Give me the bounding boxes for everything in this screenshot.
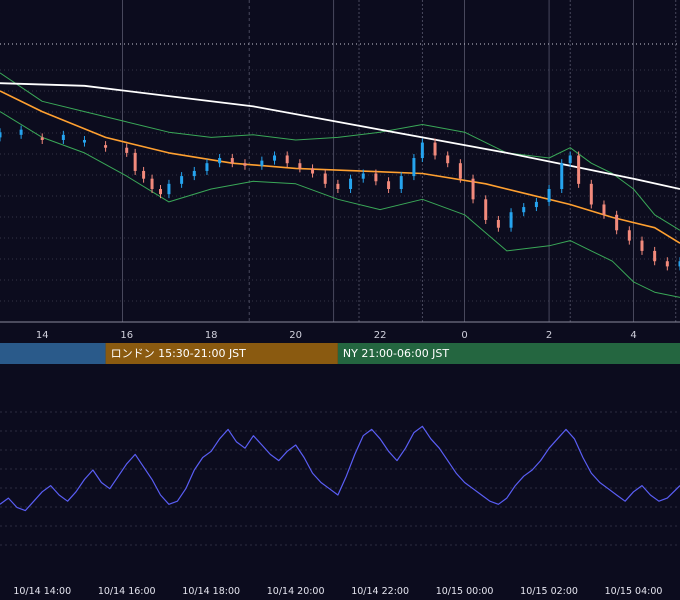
oscillator-x-tick-label: 10/15 04:00 — [605, 586, 663, 597]
oscillator-x-tick-label: 10/14 20:00 — [267, 586, 325, 597]
candle-body — [602, 204, 606, 215]
oscillator-x-axis: 10/14 14:00 10/14 16:00 10/14 18:00 10/14 2… — [13, 586, 662, 597]
session-label: NY 21:00-06:00 JST — [343, 347, 450, 360]
price-x-tick-label: 16 — [120, 330, 133, 341]
price-x-axis: 14 16 18 20 22 0 2 4 — [36, 330, 637, 341]
price-x-tick-label: 22 — [374, 330, 387, 341]
oscillator-x-tick-label: 10/14 22:00 — [351, 586, 409, 597]
chart-canvas[interactable]: 14 16 18 20 22 0 2 4 ロンドン 15:30-21:00 JST NY 21:… — [0, 0, 680, 600]
candle-body — [484, 199, 488, 220]
oscillator-x-tick-label: 10/15 02:00 — [520, 586, 578, 597]
oscillator-line — [0, 425, 680, 512]
candle-body — [311, 168, 315, 174]
candlestick-series — [0, 125, 680, 271]
candle-body — [167, 183, 171, 195]
candle-body — [336, 183, 340, 189]
oscillator-x-tick-label: 10/14 14:00 — [13, 586, 71, 597]
candle-body — [577, 155, 581, 184]
candle-body — [243, 163, 247, 166]
candle-body — [180, 176, 184, 184]
candle-body — [640, 240, 644, 251]
candle-body — [158, 189, 162, 195]
candle-body — [40, 137, 44, 140]
candle-body — [412, 158, 416, 177]
candle-body — [323, 173, 327, 184]
candle-body — [230, 158, 234, 164]
candle-body — [534, 201, 538, 208]
candle-body — [568, 155, 572, 164]
candle-body — [589, 183, 593, 205]
candle-body — [446, 155, 450, 164]
price-x-tick-label: 2 — [546, 330, 552, 341]
price-x-tick-label: 4 — [630, 330, 636, 341]
candle-body — [349, 178, 353, 189]
candle-body — [665, 261, 669, 267]
candle-body — [374, 173, 378, 182]
candle-body — [560, 163, 564, 189]
candle-body — [471, 178, 475, 200]
oscillator-x-tick-label: 10/14 18:00 — [182, 586, 240, 597]
candle-body — [133, 152, 137, 171]
candle-body — [433, 142, 437, 156]
candle-body — [0, 132, 2, 138]
candle-body — [19, 129, 23, 135]
candle-body — [82, 139, 86, 143]
candle-body — [509, 212, 513, 228]
candle-body — [387, 181, 391, 189]
candle-body — [522, 207, 526, 213]
candle-body — [192, 170, 196, 177]
session-bar: ロンドン 15:30-21:00 JST NY 21:00-06:00 JST — [0, 343, 680, 364]
oscillator-x-tick-label: 10/15 00:00 — [436, 586, 494, 597]
candle-body — [205, 163, 209, 171]
candle-body — [150, 178, 154, 189]
bollinger-lower-line — [0, 111, 680, 298]
candle-body — [218, 158, 222, 164]
candle-body — [399, 176, 403, 189]
candle-body — [104, 145, 108, 148]
bollinger-bands — [0, 72, 680, 298]
oscillator-series-line — [0, 425, 680, 512]
candle-body — [420, 142, 424, 159]
candle-body — [653, 250, 657, 262]
candle-body — [285, 155, 289, 164]
session-label: ロンドン 15:30-21:00 JST — [111, 347, 247, 360]
candle-body — [496, 219, 500, 228]
candle-body — [458, 163, 462, 179]
candle-body — [547, 189, 551, 202]
candle-body — [142, 170, 146, 179]
oscillator-grid — [0, 411, 680, 546]
price-x-tick-label: 14 — [36, 330, 49, 341]
candle-body — [361, 173, 365, 179]
price-x-tick-label: 0 — [461, 330, 467, 341]
candle-body — [273, 155, 277, 161]
candle-body — [298, 163, 302, 169]
candle-body — [125, 147, 129, 153]
session-block — [0, 343, 106, 364]
candle-body — [627, 230, 631, 241]
candle-body — [615, 214, 619, 231]
candle-body — [61, 134, 65, 140]
candle-body — [260, 160, 264, 166]
oscillator-x-tick-label: 10/14 16:00 — [98, 586, 156, 597]
price-x-tick-label: 20 — [289, 330, 302, 341]
price-x-tick-label: 18 — [205, 330, 218, 341]
